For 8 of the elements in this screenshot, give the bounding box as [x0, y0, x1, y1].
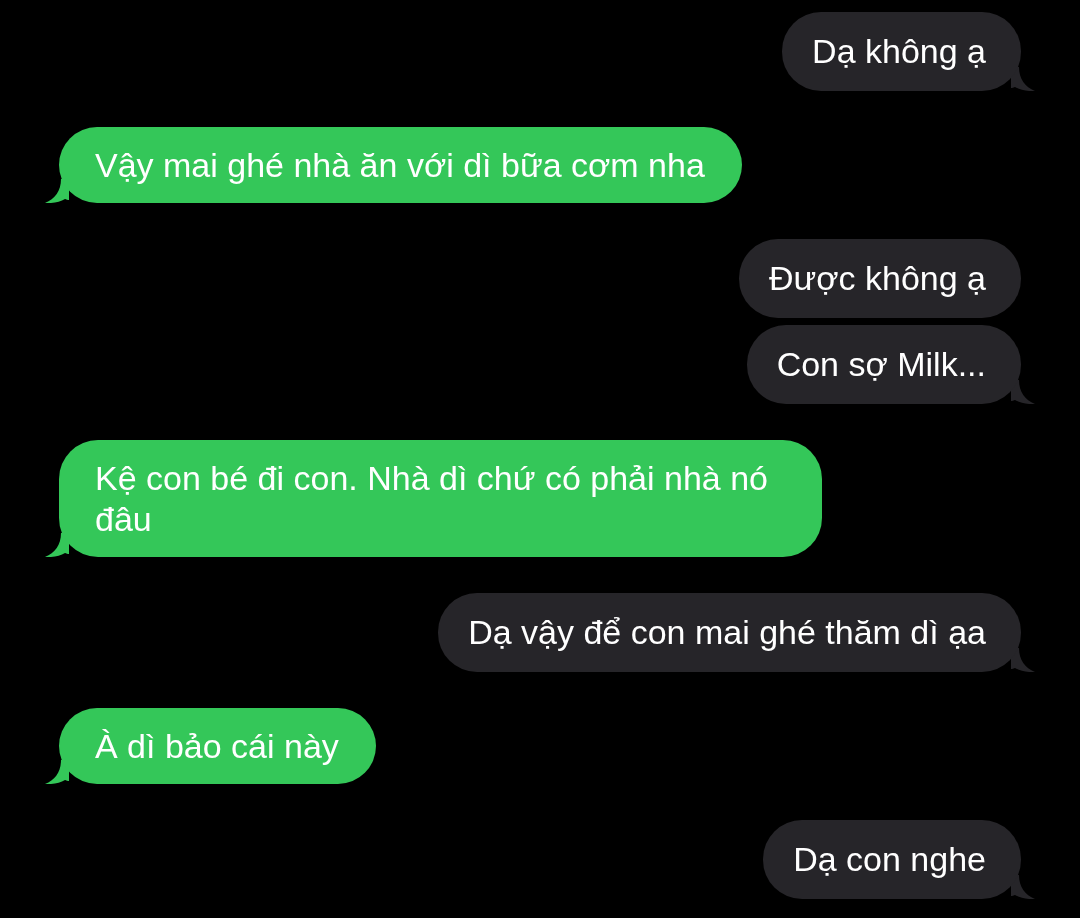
message-text: À dì bảo cái này — [95, 726, 339, 765]
message-text: Dạ vậy để con mai ghé thăm dì ạa — [468, 613, 986, 651]
message-text: Dạ không ạ — [812, 32, 986, 70]
message-text: Con sợ Milk... — [776, 345, 986, 383]
message-text: Dạ con nghe — [793, 840, 986, 878]
message-text: Vậy mai ghé nhà ăn với dì bữa cơm nha — [95, 145, 705, 184]
message-text: Kệ con bé đi con. Nhà dì chứ có phải nhà nó đâu — [95, 458, 768, 538]
message-text: Được không ạ — [768, 259, 986, 297]
